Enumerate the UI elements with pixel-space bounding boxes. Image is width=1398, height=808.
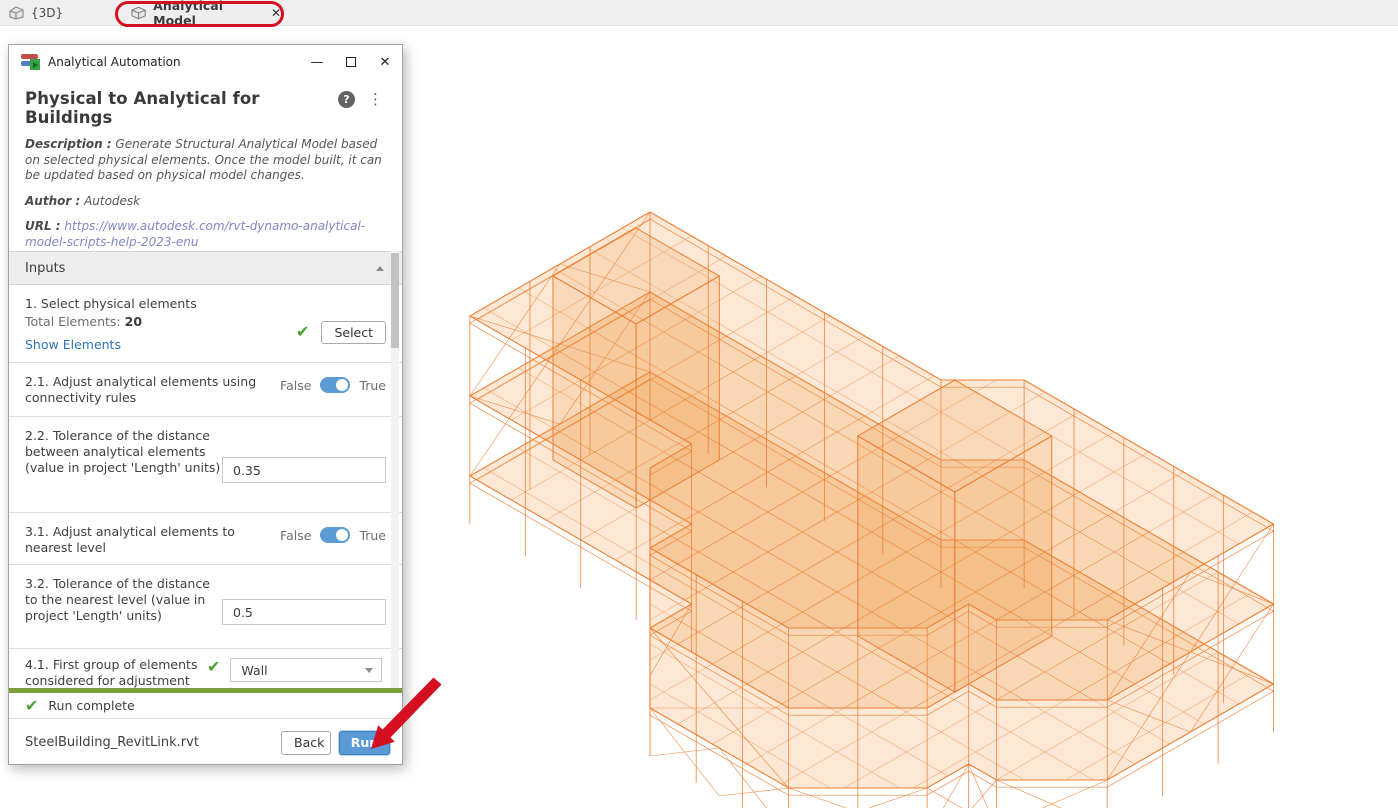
total-elements-label: Total Elements: xyxy=(25,314,125,329)
kebab-menu-icon[interactable]: ⋮ xyxy=(365,91,386,108)
distance-tolerance-input[interactable] xyxy=(222,457,386,483)
scrollbar-track[interactable] xyxy=(391,251,399,688)
toggle-knob xyxy=(336,379,348,391)
author-text: Autodesk xyxy=(80,194,140,208)
minimize-button[interactable]: — xyxy=(300,47,334,77)
home-icon xyxy=(8,5,25,20)
toggle-true-label: True xyxy=(359,378,386,393)
connectivity-label: 2.1. Adjust analytical elements using co… xyxy=(25,374,280,406)
run-button[interactable]: Run xyxy=(339,731,390,755)
input-section-distance-tolerance: 2.2. Tolerance of the distance between a… xyxy=(9,417,402,513)
input-section-select-elements: 1. Select physical elements Total Elemen… xyxy=(9,285,402,363)
script-url: URL : https://www.autodesk.com/rvt-dynam… xyxy=(25,219,386,250)
maximize-icon xyxy=(346,57,356,67)
maximize-button[interactable] xyxy=(334,47,368,77)
script-header: Physical to Analytical for Buildings ? ⋮… xyxy=(9,79,402,251)
first-group-value: Wall xyxy=(241,663,365,678)
annotation-tab-highlight xyxy=(115,1,284,27)
linked-file-name: SteelBuilding_RevitLink.rvt xyxy=(25,735,281,750)
url-link[interactable]: https://www.autodesk.com/rvt-dynamo-anal… xyxy=(25,219,365,249)
input-section-nearest-level: 3.1. Adjust analytical elements to neare… xyxy=(9,513,402,565)
author-label: Author : xyxy=(25,194,80,208)
distance-tolerance-label: 2.2. Tolerance of the distance between a… xyxy=(25,428,222,512)
toggle-false-label: False xyxy=(280,378,311,393)
nearest-level-toggle[interactable] xyxy=(320,527,350,543)
check-icon: ✔ xyxy=(296,324,309,340)
toggle-false-label: False xyxy=(280,528,311,543)
script-author: Author : Autodesk xyxy=(25,194,386,210)
chevron-down-icon xyxy=(365,668,373,673)
help-icon[interactable]: ? xyxy=(338,91,355,108)
level-tolerance-input[interactable] xyxy=(222,599,386,625)
nearest-level-label: 3.1. Adjust analytical elements to neare… xyxy=(25,524,280,556)
input-section-level-tolerance: 3.2. Tolerance of the distance to the ne… xyxy=(9,565,402,649)
back-button[interactable]: Back xyxy=(281,731,331,755)
view-tab-bar: {3D} Analytical Model ✕ xyxy=(0,0,1398,26)
first-group-label: 4.1. First group of elements considered … xyxy=(25,657,203,688)
toggle-true-label: True xyxy=(359,528,386,543)
status-message: Run complete xyxy=(48,698,134,713)
analytical-automation-dialog: Analytical Automation — ✕ Physical to An… xyxy=(8,44,403,765)
total-elements-value: 20 xyxy=(125,314,142,329)
dynamo-player-icon xyxy=(21,54,40,70)
collapse-caret-icon[interactable] xyxy=(376,266,384,271)
connectivity-toggle[interactable] xyxy=(320,377,350,393)
select-elements-label: 1. Select physical elements xyxy=(25,296,296,312)
script-description: Description : Generate Structural Analyt… xyxy=(25,137,386,184)
status-check-icon: ✔ xyxy=(25,698,38,714)
home-view-tab[interactable]: {3D} xyxy=(0,0,75,25)
close-button[interactable]: ✕ xyxy=(368,47,402,77)
run-status-bar: ✔ Run complete xyxy=(9,693,402,719)
dialog-footer: SteelBuilding_RevitLink.rvt Back Run xyxy=(9,719,402,766)
scrollbar-thumb[interactable] xyxy=(391,253,399,348)
inputs-section-header[interactable]: Inputs xyxy=(9,251,402,285)
dialog-titlebar[interactable]: Analytical Automation — ✕ xyxy=(9,45,402,79)
inputs-scroll-area: Inputs 1. Select physical elements Total… xyxy=(9,251,402,688)
total-elements: Total Elements: 20 xyxy=(25,314,296,329)
description-label: Description : xyxy=(25,137,112,151)
inputs-header-label: Inputs xyxy=(25,261,376,276)
home-view-label: {3D} xyxy=(31,6,63,20)
input-section-connectivity-rules: 2.1. Adjust analytical elements using co… xyxy=(9,363,402,417)
select-button[interactable]: Select xyxy=(321,321,386,344)
show-elements-link[interactable]: Show Elements xyxy=(25,337,121,352)
toggle-knob xyxy=(336,529,348,541)
script-title: Physical to Analytical for Buildings xyxy=(25,89,338,127)
url-label: URL : xyxy=(25,219,61,233)
input-section-first-group: 4.1. First group of elements considered … xyxy=(9,649,402,688)
check-icon: ✔ xyxy=(207,659,220,688)
first-group-dropdown[interactable]: Wall xyxy=(230,658,382,682)
dialog-title: Analytical Automation xyxy=(48,55,300,69)
level-tolerance-label: 3.2. Tolerance of the distance to the ne… xyxy=(25,576,222,648)
